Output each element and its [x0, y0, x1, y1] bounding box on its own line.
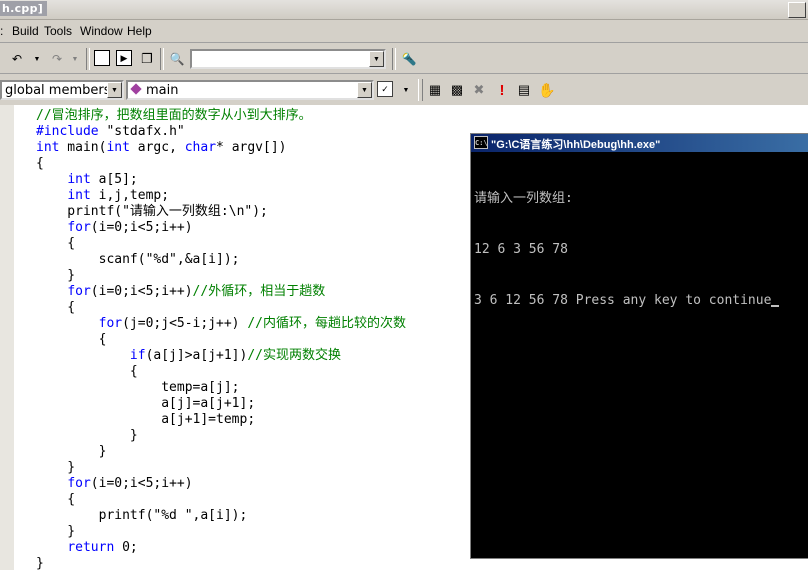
menu-separator-dot: : [0, 24, 4, 38]
code-line[interactable]: { [36, 300, 406, 316]
console-output: 请输入一列数组: 12 6 3 56 78 3 6 12 56 78 Press… [474, 156, 780, 343]
console-icon: C:\ [474, 136, 488, 149]
find-icon[interactable]: 🔦 [400, 50, 418, 68]
maximize-button[interactable] [788, 2, 806, 18]
function-combo-value: main [146, 83, 179, 98]
console-line: 3 6 12 56 78 Press any key to continue [474, 292, 780, 309]
class-wizard-icon[interactable]: ✓ [377, 81, 393, 97]
toolbar-grip [418, 79, 423, 101]
code-line[interactable]: { [36, 236, 406, 252]
code-line[interactable]: } [36, 444, 406, 460]
console-title: "G:\C语言练习\hh\Debug\hh.exe" [491, 139, 661, 151]
standard-toolbar: ↶ ▼ ↷ ▼ ▶ ❐ 🔍 ▼ 🔦 [0, 45, 808, 74]
console-line: 12 6 3 56 78 [474, 242, 568, 257]
selection-margin[interactable] [14, 105, 34, 570]
window-list-icon[interactable]: ❐ [138, 50, 156, 68]
code-line[interactable]: } [36, 556, 406, 570]
members-combo-value: global members [5, 83, 111, 98]
code-line[interactable]: if(a[j]>a[j+1])//实现两数交换 [36, 348, 406, 364]
output-icon[interactable]: ▶ [116, 50, 132, 66]
window-title: h.cpp] [0, 1, 48, 16]
code-line[interactable]: { [36, 156, 406, 172]
code-line[interactable]: } [36, 268, 406, 284]
find-combo[interactable]: ▼ [190, 49, 386, 69]
code-line[interactable]: { [36, 364, 406, 380]
build-icon[interactable]: ▩ [448, 81, 466, 99]
redo-icon[interactable]: ↷ [48, 50, 66, 68]
code-line[interactable]: for(i=0;i<5;i++)//外循环，相当于趟数 [36, 284, 406, 300]
class-wizard-dropdown-icon[interactable]: ▼ [397, 81, 415, 99]
chevron-down-icon[interactable]: ▼ [107, 82, 122, 98]
menu-build[interactable]: Build [12, 24, 39, 38]
console-cursor [771, 305, 780, 307]
code-line[interactable]: } [36, 524, 406, 540]
code-line[interactable]: printf("%d ",a[i]); [36, 508, 406, 524]
code-line[interactable]: int main(int argc, char* argv[]) [36, 140, 406, 156]
undo-icon[interactable]: ↶ [8, 50, 26, 68]
code-line[interactable]: int i,j,temp; [36, 188, 406, 204]
source-code[interactable]: //冒泡排序，把数组里面的数字从小到大排序。 #include "stdafx.h… [36, 108, 406, 570]
title-bar: h.cpp] [0, 0, 808, 20]
code-line[interactable]: { [36, 492, 406, 508]
redo-dropdown-icon[interactable]: ▼ [66, 50, 84, 68]
menu-window[interactable]: Window [80, 24, 123, 38]
go-icon[interactable]: ▤ [515, 81, 533, 99]
editor-gutter [0, 105, 15, 570]
code-line[interactable]: for(i=0;i<5;i++) [36, 476, 406, 492]
console-title-bar[interactable]: C:\ "G:\C语言练习\hh\Debug\hh.exe" [471, 134, 808, 152]
toolbar-separator [392, 48, 396, 70]
console-line: 请输入一列数组: [474, 191, 573, 206]
code-line[interactable]: int a[5]; [36, 172, 406, 188]
code-line[interactable]: a[j+1]=temp; [36, 412, 406, 428]
code-line[interactable]: } [36, 428, 406, 444]
wizardbar-toolbar: global members ▼ main ▼ ✓ ▼ ▦ ▩ ✖ ! ▤ ✋ [0, 75, 808, 105]
function-combo[interactable]: main ▼ [126, 80, 374, 100]
breakpoint-icon[interactable]: ✋ [538, 81, 556, 99]
code-line[interactable]: a[j]=a[j+1]; [36, 396, 406, 412]
find-in-files-icon[interactable]: 🔍 [168, 50, 186, 68]
stop-build-icon[interactable]: ✖ [470, 81, 488, 99]
code-line[interactable]: #include "stdafx.h" [36, 124, 406, 140]
function-member-icon [130, 83, 142, 95]
code-line[interactable]: return 0; [36, 540, 406, 556]
chevron-down-icon[interactable]: ▼ [369, 51, 384, 67]
console-line-text: 3 6 12 56 78 Press any key to continue [474, 293, 772, 308]
code-line[interactable]: //冒泡排序，把数组里面的数字从小到大排序。 [36, 108, 406, 124]
code-line[interactable]: printf("请输入一列数组:\n"); [36, 204, 406, 220]
code-line[interactable]: scanf("%d",&a[i]); [36, 252, 406, 268]
code-line[interactable]: for(i=0;i<5;i++) [36, 220, 406, 236]
execute-icon[interactable]: ! [493, 81, 511, 99]
members-combo[interactable]: global members ▼ [0, 80, 124, 100]
chevron-down-icon[interactable]: ▼ [357, 82, 372, 98]
toolbar-separator [86, 48, 90, 70]
menu-tools[interactable]: Tools [44, 24, 72, 38]
menu-help[interactable]: Help [127, 24, 152, 38]
workspace-icon[interactable] [94, 50, 110, 66]
menu-bar: : Build Tools Window Help [0, 20, 808, 43]
compile-icon[interactable]: ▦ [426, 81, 444, 99]
toolbar-separator [160, 48, 164, 70]
console-window[interactable]: C:\ "G:\C语言练习\hh\Debug\hh.exe" 请输入一列数组: … [470, 133, 808, 559]
undo-dropdown-icon[interactable]: ▼ [28, 50, 46, 68]
code-line[interactable]: temp=a[j]; [36, 380, 406, 396]
code-line[interactable]: for(j=0;j<5-i;j++) //内循环，每趟比较的次数 [36, 316, 406, 332]
code-line[interactable]: { [36, 332, 406, 348]
code-line[interactable]: } [36, 460, 406, 476]
